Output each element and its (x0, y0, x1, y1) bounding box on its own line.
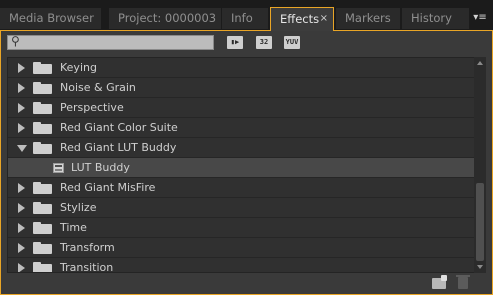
expand-triangle-icon[interactable] (18, 123, 25, 133)
accelerated-effects-icon[interactable]: ▮▶ (227, 36, 243, 49)
tab-project[interactable]: Project: 0000003 (109, 8, 221, 29)
yuv-effects-icon[interactable]: YUV (284, 36, 300, 49)
effects-footer (1, 273, 492, 295)
folder-icon (33, 142, 52, 154)
scroll-up-icon[interactable] (477, 61, 483, 65)
scroll-thumb[interactable] (476, 183, 484, 261)
32bit-effects-icon[interactable]: 32 (256, 36, 272, 49)
tree-folder-row[interactable]: Red Giant LUT Buddy (8, 138, 475, 158)
expand-triangle-icon[interactable] (18, 63, 25, 73)
tab-info[interactable]: Info (222, 8, 268, 29)
search-input[interactable]: ⚲ (7, 34, 214, 50)
folder-icon (33, 242, 52, 254)
effects-panel: ⚲ ▮▶ 32 YUV Keying Noise & Grain Perspec… (0, 30, 493, 295)
tree-folder-row[interactable]: Red Giant MisFire (8, 178, 475, 198)
tree-folder-row[interactable]: Time (8, 218, 475, 238)
folder-icon (33, 122, 52, 134)
expand-triangle-icon[interactable] (18, 103, 25, 113)
folder-icon (33, 222, 52, 234)
tab-history[interactable]: History (402, 8, 469, 29)
expand-triangle-icon[interactable] (18, 263, 25, 272)
tab-media-browser[interactable]: Media Browser (0, 8, 101, 29)
scroll-down-icon[interactable] (477, 265, 483, 269)
tree-folder-row[interactable]: Red Giant Color Suite (8, 118, 475, 138)
folder-icon (33, 262, 52, 272)
folder-icon (33, 82, 52, 94)
expand-triangle-icon[interactable] (18, 243, 25, 253)
folder-icon (33, 182, 52, 194)
expand-triangle-icon[interactable] (18, 223, 25, 233)
tree-folder-row[interactable]: Perspective (8, 98, 475, 118)
tab-markers[interactable]: Markers (336, 8, 400, 29)
tree-effect-row[interactable]: LUT Buddy (8, 158, 475, 178)
vertical-scrollbar[interactable] (474, 57, 486, 273)
collapse-triangle-icon[interactable] (17, 145, 27, 152)
expand-triangle-icon[interactable] (18, 83, 25, 93)
folder-icon (33, 102, 52, 114)
trash-icon[interactable] (456, 275, 470, 289)
expand-triangle-icon[interactable] (18, 183, 25, 193)
folder-icon (33, 202, 52, 214)
panel-menu-icon[interactable]: ▾≡ (471, 11, 489, 25)
magnifier-icon: ⚲ (11, 34, 20, 48)
tree-folder-row[interactable]: Stylize (8, 198, 475, 218)
close-icon[interactable]: × (320, 8, 328, 30)
effects-toolbar: ⚲ ▮▶ 32 YUV (1, 31, 492, 55)
folder-icon (33, 62, 52, 74)
panel-tab-bar: Media Browser Project: 0000003 Info Effe… (0, 0, 493, 31)
tree-folder-row[interactable]: Transition (8, 258, 475, 272)
tree-folder-row[interactable]: Noise & Grain (8, 78, 475, 98)
tab-effects[interactable]: Effects × (270, 7, 334, 31)
effect-icon (53, 163, 64, 173)
expand-triangle-icon[interactable] (18, 203, 25, 213)
tree-folder-row[interactable]: Keying (8, 58, 475, 78)
effects-tree: Keying Noise & Grain Perspective Red Gia… (7, 57, 476, 273)
tree-folder-row[interactable]: Transform (8, 238, 475, 258)
new-bin-icon[interactable] (432, 275, 447, 289)
